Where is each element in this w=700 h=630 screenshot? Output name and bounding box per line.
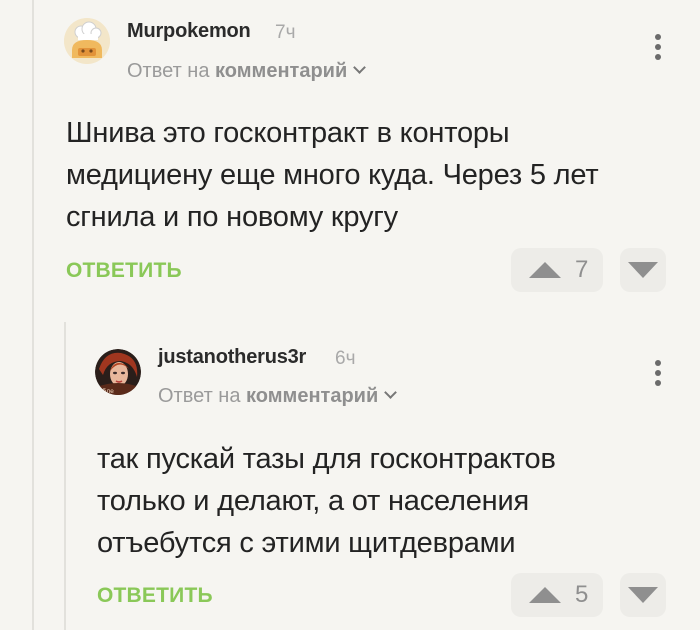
upvote-button[interactable]: 7	[511, 248, 603, 292]
svg-text:убле: убле	[99, 388, 114, 395]
comment-author[interactable]: Murpokemon	[127, 20, 251, 43]
downvote-button[interactable]	[620, 248, 666, 292]
reply-to-link[interactable]: Ответ на комментарий	[127, 60, 367, 83]
chef-avatar-icon[interactable]	[64, 18, 110, 64]
comment-text: так пускай тазы для госконтрактов только…	[97, 438, 556, 564]
reply-button[interactable]: ОТВЕТИТЬ	[66, 259, 182, 283]
comment-text-line: только и делают, а от населения	[97, 485, 529, 517]
thread-line-inner	[64, 322, 66, 630]
reply-to-target: комментарий	[246, 385, 379, 407]
woman-portrait-avatar-icon[interactable]: убле	[95, 349, 141, 395]
rating-count: 7	[575, 256, 589, 283]
rating-count: 5	[575, 581, 589, 608]
comment-author[interactable]: justanotherus3r	[158, 346, 306, 369]
thread-line-outer	[32, 0, 34, 630]
arrow-up-icon	[529, 262, 561, 278]
more-options-icon[interactable]	[653, 34, 663, 64]
arrow-down-icon	[628, 587, 658, 603]
comment-text-line: отъебутся с этими щитдеврами	[97, 527, 516, 559]
arrow-up-icon	[529, 587, 561, 603]
reply-to-link[interactable]: Ответ на комментарий	[158, 385, 398, 408]
chevron-down-icon[interactable]	[384, 386, 398, 399]
comment-text-line: так пускай тазы для госконтрактов	[97, 443, 556, 475]
comment-text-line: Шнива это госконтракт в конторы	[66, 117, 510, 149]
more-options-icon[interactable]	[653, 360, 663, 390]
comment-text-line: медициену еще много куда. Через 5 лет	[66, 159, 599, 191]
reply-to-prefix: Ответ на	[127, 60, 210, 82]
chevron-down-icon[interactable]	[353, 61, 367, 74]
reply-button[interactable]: ОТВЕТИТЬ	[97, 584, 213, 608]
comment-text-line: сгнила и по новому кругу	[66, 201, 398, 233]
downvote-button[interactable]	[620, 573, 666, 617]
arrow-down-icon	[628, 262, 658, 278]
reply-to-target: комментарий	[215, 60, 348, 82]
comment-time: 6ч	[335, 348, 356, 369]
reply-to-prefix: Ответ на	[158, 385, 241, 407]
comment-time: 7ч	[275, 22, 296, 43]
comment-text: Шнива это госконтракт в конторы медициен…	[66, 112, 599, 238]
upvote-button[interactable]: 5	[511, 573, 603, 617]
